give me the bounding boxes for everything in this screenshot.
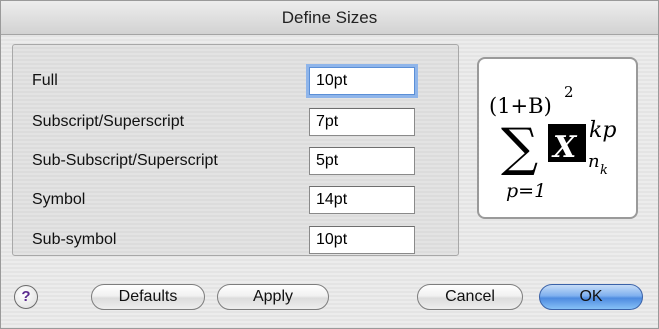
size-row-subscript: Subscript/Superscript — [13, 105, 458, 139]
size-label-sub-subscript: Sub-Subscript/Superscript — [32, 152, 218, 169]
size-label-subscript: Subscript/Superscript — [32, 113, 185, 130]
size-row-symbol: Symbol — [13, 183, 458, 217]
dialog-title: Define Sizes — [1, 1, 658, 35]
defaults-button[interactable]: Defaults — [91, 284, 205, 310]
size-label-symbol: Symbol — [32, 191, 86, 208]
size-input-full[interactable] — [309, 67, 415, 95]
apply-button[interactable]: Apply — [217, 284, 329, 310]
preview-top-text: (1+B) — [489, 94, 552, 118]
size-label-sub-symbol: Sub-symbol — [32, 231, 117, 248]
equation-preview: (1+B) 2 ∑ X kp n k p=1 — [477, 57, 638, 219]
define-sizes-dialog: Define Sizes Full Subscript/Superscript … — [0, 0, 659, 329]
cancel-button[interactable]: Cancel — [417, 284, 523, 310]
sizes-group: Full Subscript/Superscript Sub-Subscript… — [12, 44, 459, 256]
preview-subscript-main: n — [588, 151, 600, 172]
help-button[interactable]: ? — [14, 285, 38, 309]
equation-preview-svg: (1+B) 2 ∑ X kp n k p=1 — [489, 83, 616, 202]
size-row-sub-symbol: Sub-symbol — [13, 223, 458, 257]
preview-lower-limit: p=1 — [506, 180, 546, 202]
preview-sum-symbol: ∑ — [501, 118, 538, 178]
preview-superscript: kp — [589, 118, 616, 143]
size-row-sub-subscript: Sub-Subscript/Superscript — [13, 144, 458, 178]
size-input-symbol[interactable] — [309, 186, 415, 214]
preview-box-letter: X — [551, 130, 578, 165]
size-label-full: Full — [32, 72, 58, 89]
ok-button[interactable]: OK — [539, 284, 643, 310]
size-row-full: Full — [13, 64, 458, 98]
preview-top-exponent: 2 — [564, 83, 574, 101]
size-input-sub-subscript[interactable] — [309, 147, 415, 175]
size-input-subscript[interactable] — [309, 108, 415, 136]
preview-subscript-sub: k — [600, 163, 608, 178]
size-input-sub-symbol[interactable] — [309, 226, 415, 254]
